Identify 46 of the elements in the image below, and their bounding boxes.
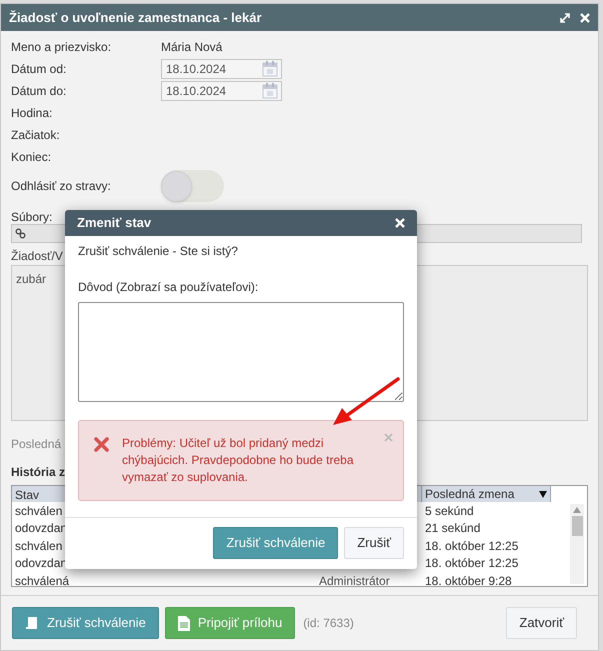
field-label: Dôvod (Zobrazí sa používateľovi): bbox=[78, 279, 260, 296]
section-heading: História z bbox=[11, 464, 66, 481]
field-label: Meno a priezvisko: bbox=[11, 39, 112, 56]
calendar-icon[interactable] bbox=[262, 83, 278, 99]
field-label: Posledná bbox=[11, 436, 62, 453]
field-label: Začiatok: bbox=[11, 127, 61, 144]
scrollbar-thumb[interactable] bbox=[572, 516, 582, 536]
error-icon bbox=[94, 437, 109, 452]
field-label: Žiadosť/V bbox=[11, 248, 63, 265]
id-label: (id: 7633) bbox=[303, 615, 354, 632]
field-value: Mária Nová bbox=[161, 39, 222, 56]
table-cell-text: 21 sekúnd bbox=[424, 520, 482, 538]
sort-icon bbox=[539, 490, 547, 498]
table-cell: schválená bbox=[15, 574, 70, 586]
arrow bbox=[330, 376, 402, 428]
date-field[interactable]: 18.10.2024 bbox=[161, 81, 282, 101]
scrollbar[interactable] bbox=[570, 504, 584, 584]
table-cell: Administrátor bbox=[319, 574, 390, 586]
table-cell-text: 18. október 12:25 bbox=[424, 555, 520, 572]
table-cell-text: 18. október 12:25 bbox=[424, 538, 520, 555]
field-label: Koniec: bbox=[11, 149, 52, 166]
close-button[interactable]: Zatvoriť bbox=[506, 607, 577, 639]
calendar-icon[interactable] bbox=[262, 61, 278, 77]
document-icon bbox=[25, 616, 39, 630]
action-button[interactable]: Zrušiť bbox=[344, 526, 404, 558]
file-icon bbox=[178, 616, 190, 630]
field-label: Súbory: bbox=[11, 209, 52, 224]
field-label: Hodina: bbox=[11, 105, 54, 122]
reason-textarea[interactable] bbox=[78, 302, 404, 402]
table-cell-text: 5 sekúnd bbox=[424, 502, 475, 520]
window-title: Žiadosť o uvoľnenie zamestnanca - lekár bbox=[9, 8, 262, 27]
field-label: Dátum do: bbox=[11, 83, 68, 100]
link-icon bbox=[15, 228, 26, 239]
expand-icon[interactable] bbox=[560, 12, 570, 22]
table-cell: schválen bbox=[15, 538, 62, 553]
column-header[interactable]: Posledná zmena bbox=[422, 486, 551, 502]
dialog-title: Zmeniť stav bbox=[77, 214, 152, 232]
table-cell: schválen bbox=[15, 504, 62, 518]
dialog-question: Zrušiť schválenie - Ste si istý? bbox=[78, 243, 239, 260]
field-label: Dátum od: bbox=[11, 61, 68, 78]
toggle-switch[interactable] bbox=[161, 170, 224, 202]
alert-message: Problémy: Učiteľ už bol pridaný medzi chýbajúcich. Pravdepodobne ho bude treba vymazať zo suplovania. bbox=[122, 435, 355, 486]
date-field[interactable]: 18.10.2024 bbox=[161, 59, 282, 79]
table-cell-text: 18. október 9:28 bbox=[424, 572, 513, 586]
field-label: Odhlásiť zo stravy: bbox=[11, 178, 112, 195]
scroll-up-icon[interactable] bbox=[573, 507, 581, 513]
